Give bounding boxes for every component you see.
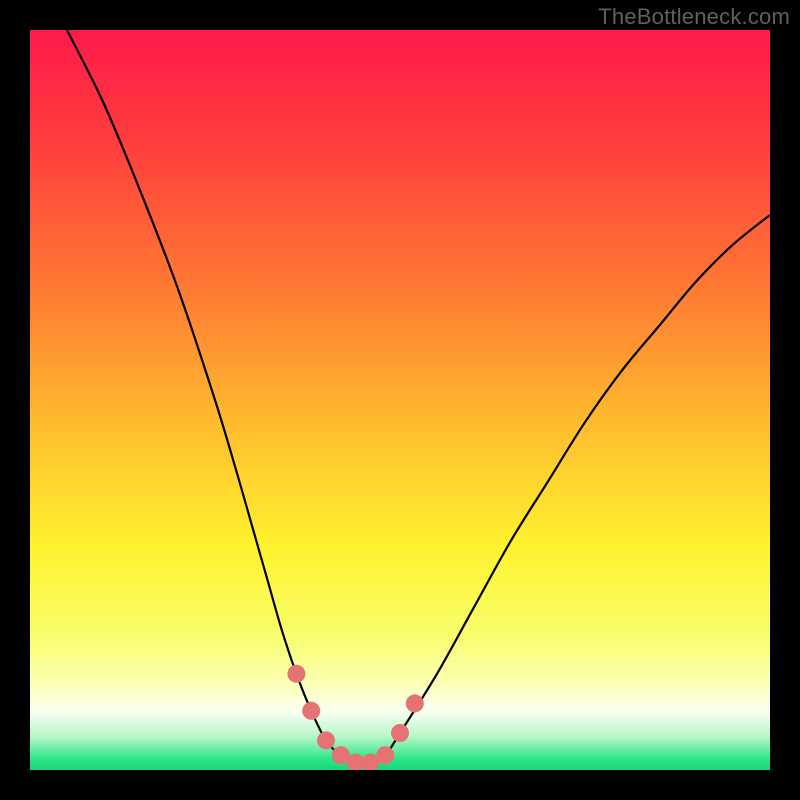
highlighted-points <box>287 665 423 770</box>
marker-point <box>391 724 409 742</box>
marker-point <box>317 731 335 749</box>
bottleneck-curve <box>67 30 770 764</box>
watermark-text: TheBottleneck.com <box>598 4 790 30</box>
plot-area <box>30 30 770 770</box>
chart-frame: TheBottleneck.com <box>0 0 800 800</box>
marker-point <box>376 746 394 764</box>
marker-point <box>302 702 320 720</box>
bottleneck-curve-svg <box>30 30 770 770</box>
marker-point <box>287 665 305 683</box>
marker-point <box>406 694 424 712</box>
